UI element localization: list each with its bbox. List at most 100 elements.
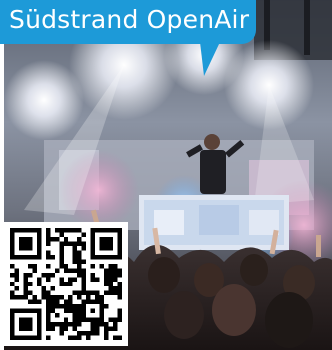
qr-module (108, 268, 114, 273)
qr-module (10, 313, 15, 318)
qr-module (99, 304, 105, 309)
qr-module (36, 254, 42, 260)
qr-module (117, 272, 122, 278)
qr-module (86, 335, 91, 340)
qr-module (59, 295, 64, 300)
qr-module (10, 331, 15, 336)
qr-module (27, 245, 33, 251)
qr-module (72, 241, 78, 246)
qr-module (27, 228, 33, 233)
banner-tail (200, 42, 220, 76)
qr-module (95, 228, 100, 233)
qr-module (41, 290, 46, 296)
qr-module (10, 308, 15, 314)
event-title: Südstrand OpenAir (9, 5, 250, 34)
qr-module (117, 317, 122, 323)
qr-module (117, 281, 122, 287)
qr-module (14, 295, 19, 300)
qr-module (50, 299, 55, 305)
qr-module (54, 313, 60, 318)
qr-module (54, 228, 60, 233)
qr-module (90, 308, 96, 314)
qr-module (77, 335, 82, 340)
qr-module (45, 272, 51, 278)
qr-module (50, 272, 55, 278)
qr-module (36, 313, 42, 318)
qr-module (108, 245, 114, 251)
qr-module (117, 295, 122, 300)
qr-module (72, 326, 78, 332)
qr-module (63, 281, 69, 287)
qr-module (68, 335, 73, 340)
qr-module (72, 259, 78, 264)
qr-module (27, 254, 33, 260)
qr-module (117, 232, 122, 237)
qr-module (27, 236, 33, 242)
qr-module (90, 299, 96, 305)
qr-module (99, 254, 105, 260)
qr-module (77, 308, 82, 314)
qr-module (72, 245, 78, 251)
qr-module (95, 317, 100, 323)
qr-module (90, 263, 96, 269)
qr-module (41, 272, 46, 278)
qr-module (99, 295, 105, 300)
qr-module (10, 281, 15, 287)
qr-module (108, 277, 114, 282)
qr-module (77, 263, 82, 269)
qr-module (77, 272, 82, 278)
qr-module (77, 259, 82, 264)
qr-module (45, 317, 51, 323)
qr-module (50, 322, 55, 327)
qr-module (45, 335, 51, 340)
qr-module (113, 286, 118, 291)
qr-module (50, 308, 55, 314)
qr-module (90, 272, 96, 278)
event-card: Südstrand OpenAir (0, 0, 332, 350)
qr-module (10, 245, 15, 251)
qr-module (90, 228, 96, 233)
qr-module (14, 254, 19, 260)
qr-module (10, 263, 15, 269)
qr-module (45, 232, 51, 237)
qr-module (113, 335, 118, 340)
qr-module (10, 335, 15, 340)
qr-module (117, 228, 122, 233)
qr-module (32, 228, 37, 233)
qr-module (77, 290, 82, 296)
qr-module (27, 272, 33, 278)
qr-module (18, 254, 24, 260)
qr-module (95, 277, 100, 282)
qr-module (36, 299, 42, 305)
qr-module (23, 286, 28, 291)
qr-module (99, 308, 105, 314)
qr-module (18, 245, 24, 251)
qr-module (45, 277, 51, 282)
qr-module (117, 268, 122, 273)
qr-module (59, 326, 64, 332)
qr-module (36, 241, 42, 246)
qr-code-icon (10, 228, 122, 340)
qr-module (108, 326, 114, 332)
qr-module (54, 295, 60, 300)
qr-module (81, 259, 87, 264)
qr-code[interactable] (4, 222, 128, 346)
qr-module (113, 322, 118, 327)
qr-module (36, 331, 42, 336)
qr-module (45, 304, 51, 309)
qr-module (81, 277, 87, 282)
qr-module (68, 308, 73, 314)
qr-module (41, 295, 46, 300)
qr-module (23, 281, 28, 287)
qr-module (36, 317, 42, 323)
qr-module (117, 335, 122, 340)
qr-module (63, 228, 69, 233)
qr-module (10, 290, 15, 296)
qr-module (81, 281, 87, 287)
qr-module (63, 322, 69, 327)
qr-module (54, 299, 60, 305)
qr-module (18, 317, 24, 323)
qr-module (10, 228, 15, 233)
qr-module (14, 335, 19, 340)
qr-module (72, 228, 78, 233)
